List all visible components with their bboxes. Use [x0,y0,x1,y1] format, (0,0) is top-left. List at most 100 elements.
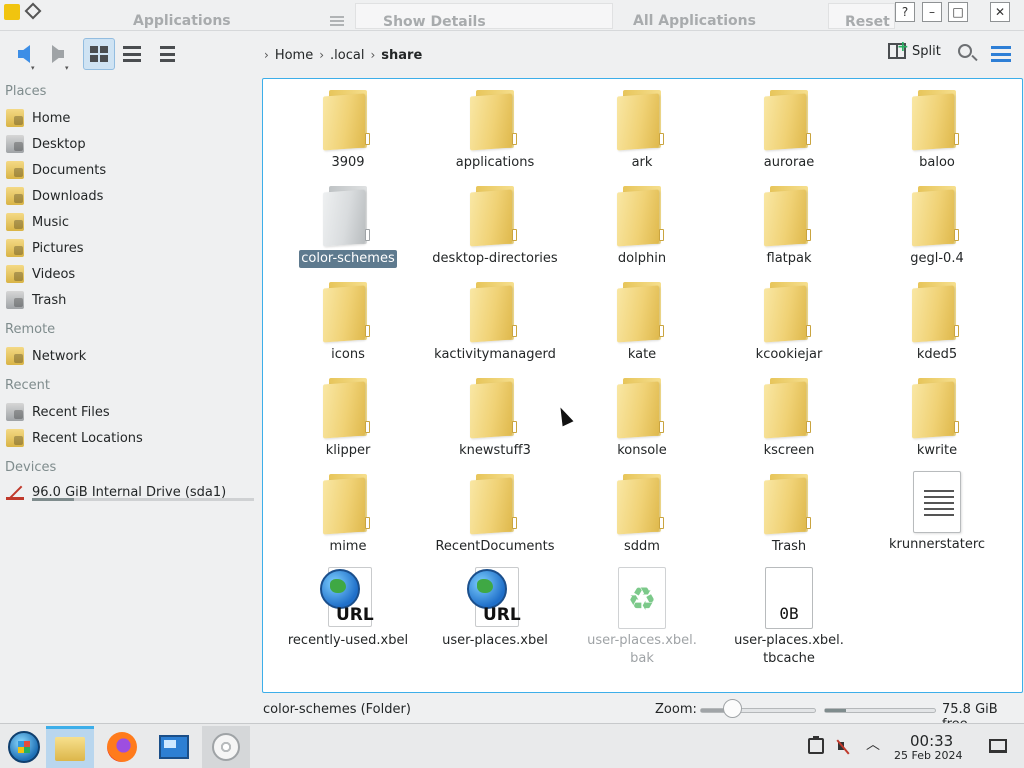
start-menu-button[interactable] [0,726,48,768]
clock-date[interactable]: 25 Feb 2024 [894,749,962,762]
monitor-icon [159,735,189,759]
maximize-button[interactable]: □ [948,2,968,22]
chevron-up-icon[interactable]: ︿ [866,734,882,753]
devices-section-title: Devices [5,460,57,475]
status-bar: color-schemes (Folder) Zoom: 75.8 GiB fr… [0,697,1024,732]
sidebar-item-home[interactable]: Home [6,107,256,129]
file-item-label: kscreen [763,443,815,458]
breadcrumb-home[interactable]: Home [275,48,313,63]
file-item[interactable]: kded5 [867,279,1007,364]
folder-icon [910,375,964,439]
hamburger-menu-icon[interactable] [991,46,1011,62]
file-item[interactable]: konsole [572,375,712,460]
file-item[interactable]: kate [572,279,712,364]
back-history-icon[interactable]: ▾ [31,64,35,72]
sidebar-item-pictures[interactable]: Pictures [6,237,256,259]
file-item[interactable]: krunnerstaterc [867,471,1007,554]
minimize-button[interactable]: – [922,2,942,22]
file-item[interactable]: sddm [572,471,712,556]
selection-status: color-schemes (Folder) [263,702,411,717]
file-item[interactable]: aurorae [719,87,859,172]
file-item[interactable]: 3909 [278,87,418,172]
file-item-label: desktop-directories [432,251,558,266]
file-item-label: baloo [919,155,955,170]
forward-history-icon[interactable]: ▾ [65,64,69,72]
sidebar-item-downloads[interactable]: Downloads [6,185,256,207]
forward-button[interactable] [42,38,74,70]
folder-icon [321,471,375,535]
file-item[interactable]: baloo [867,87,1007,172]
task-firefox[interactable] [98,726,146,768]
file-item[interactable]: ark [572,87,712,172]
network-folder-icon [6,347,24,365]
show-desktop-icon[interactable] [989,739,1007,753]
hard-drive-icon [6,483,24,501]
pictures-folder-icon [6,239,24,257]
file-item[interactable]: knewstuff3 [425,375,565,460]
volume-muted-icon[interactable] [838,738,854,754]
file-view[interactable]: 3909 applications ark aurorae baloo color-sch… [262,78,1023,693]
file-item[interactable]: kcookiejar [719,279,859,364]
reset-button[interactable]: Reset [828,3,895,30]
sidebar-item-music[interactable]: Music [6,211,256,233]
details-view-button[interactable] [150,38,182,70]
diamond-icon [24,2,42,20]
file-item[interactable]: dolphin [572,183,712,268]
help-button[interactable]: ? [895,2,915,22]
file-item[interactable]: flatpak [719,183,859,268]
file-item[interactable]: color-schemes [278,183,418,268]
file-item[interactable]: applications [425,87,565,172]
file-item[interactable]: klipper [278,375,418,460]
folder-icon [468,87,522,151]
sidebar-item-desktop[interactable]: Desktop [6,133,256,155]
file-item[interactable]: mime [278,471,418,556]
sidebar-item-recent-locations[interactable]: Recent Locations [6,427,256,449]
sidebar-item-network[interactable]: Network [6,345,256,367]
zoom-slider[interactable] [700,708,816,713]
menu-icon[interactable] [330,16,344,26]
search-icon[interactable] [958,44,972,58]
file-item[interactable]: ♻ user-places.xbel. bak [572,567,712,668]
clock-time[interactable]: 00:33 [910,732,953,750]
file-item[interactable]: kactivitymanagerd [425,279,565,364]
zoom-slider-handle[interactable] [723,699,743,718]
app-icon [4,4,20,20]
folder-icon [321,279,375,343]
file-item-label: dolphin [617,251,667,266]
sidebar-item-recent-files[interactable]: Recent Files [6,401,256,423]
task-file-manager[interactable] [46,726,94,768]
disc-icon [212,733,240,761]
icons-view-button[interactable] [83,38,115,70]
chevron-right-icon: › [319,48,325,62]
forward-arrow-icon [52,45,64,63]
start-orb-icon [8,731,40,763]
file-item[interactable]: RecentDocuments [425,471,565,556]
file-item[interactable]: kwrite [867,375,1007,460]
sidebar-item-videos[interactable]: Videos [6,263,256,285]
task-system-settings[interactable] [150,726,198,768]
file-item[interactable]: icons [278,279,418,364]
clipboard-icon[interactable] [808,736,824,754]
close-button[interactable]: ✕ [990,2,1010,22]
file-item[interactable]: URL user-places.xbel [425,567,565,650]
file-item[interactable]: 0B user-places.xbel. tbcache [719,567,859,668]
file-item[interactable]: desktop-directories [425,183,565,268]
breadcrumb-local[interactable]: .local [330,48,364,63]
folder-icon [910,183,964,247]
folder-icon [762,471,816,535]
split-button[interactable]: Split [888,39,941,59]
compact-view-button[interactable] [116,38,148,70]
breadcrumb-share[interactable]: share [381,48,422,63]
file-item[interactable]: kscreen [719,375,859,460]
show-details-button[interactable]: Show Details [355,3,613,30]
sidebar-item-documents[interactable]: Documents [6,159,256,181]
file-item[interactable]: gegl-0.4 [867,183,1007,268]
task-disc-app[interactable] [202,726,250,768]
reset-label: Reset [845,14,890,30]
firefox-icon [107,732,137,762]
file-item-label: user-places.xbel. tbcache [734,633,844,666]
sidebar-item-trash[interactable]: Trash [6,289,256,311]
back-button[interactable] [8,38,40,70]
file-item[interactable]: Trash [719,471,859,556]
file-item[interactable]: URL recently-used.xbel [278,567,418,650]
